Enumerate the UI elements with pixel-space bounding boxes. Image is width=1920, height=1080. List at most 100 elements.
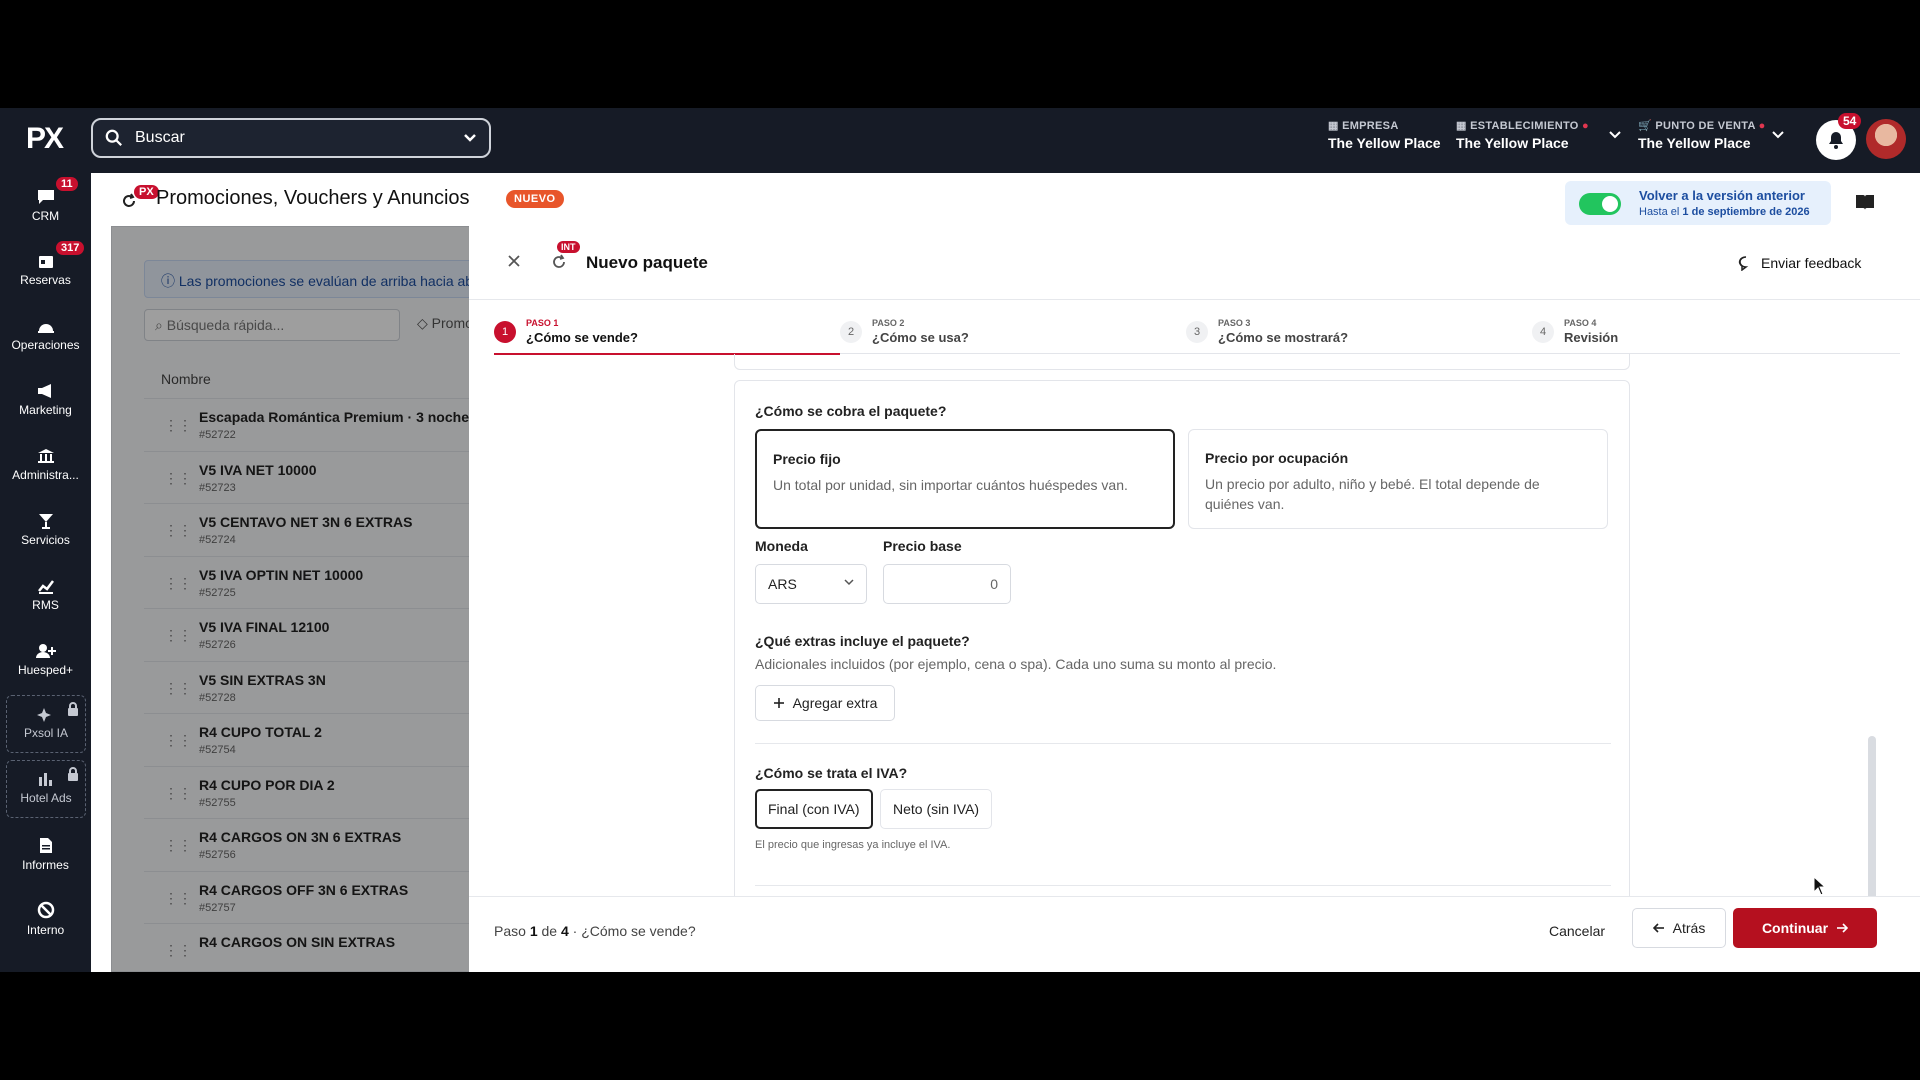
ban-icon	[37, 901, 54, 919]
iva-question: ¿Cómo se trata el IVA?	[755, 765, 908, 781]
sidebar-item-reservas[interactable]: Reservas 317	[0, 241, 91, 299]
megaphone-icon	[37, 384, 51, 398]
cancel-button[interactable]: Cancelar	[1549, 923, 1605, 939]
step-label: PASO 4	[1564, 318, 1597, 328]
step-4[interactable]: 4 PASO 4 Revisión	[1532, 316, 1878, 354]
bell-icon	[1829, 132, 1843, 149]
extras-question: ¿Qué extras incluye el paquete?	[755, 633, 970, 649]
step-number: 3	[1186, 321, 1208, 343]
step-progress: Paso 1 de 4 · ¿Cómo se vende?	[494, 923, 696, 939]
user-plus-icon	[35, 644, 56, 658]
sidebar-item-label: Administra...	[12, 468, 79, 482]
sidebar-item-marketing[interactable]: Marketing	[0, 373, 91, 429]
currency-value: ARS	[768, 576, 797, 592]
sidebar-item-label: Interno	[26, 923, 65, 937]
iva-neto-option[interactable]: Neto (sin IVA)	[880, 789, 993, 829]
sidebar-item-informes[interactable]: Informes	[0, 828, 91, 884]
notifications-badge: 54	[1838, 113, 1862, 129]
step-1[interactable]: 1 PASO 1 ¿Cómo se vende?	[494, 316, 840, 355]
step-number: 2	[840, 321, 862, 343]
legacy-version-title: Volver a la versión anterior	[1639, 188, 1805, 203]
close-icon[interactable]	[507, 254, 521, 268]
add-extra-button[interactable]: Agregar extra	[755, 685, 895, 721]
sidebar-item-administracion[interactable]: Administra...	[0, 438, 91, 494]
refresh-icon[interactable]	[551, 254, 567, 270]
sidebar-item-servicios[interactable]: Servicios	[0, 503, 91, 559]
app-logo[interactable]: PX	[26, 122, 64, 156]
continue-label: Continuar	[1761, 920, 1829, 936]
sidebar-item-hotel-ads[interactable]: Hotel Ads	[6, 760, 86, 818]
sidebar-item-rms[interactable]: RMS	[0, 568, 91, 624]
sidebar-item-crm[interactable]: CRM 11	[0, 177, 91, 235]
sidebar-item-label: Pxsol IA	[23, 726, 68, 740]
feedback-label: Enviar feedback	[1761, 255, 1862, 271]
empresa-selector[interactable]: ▦ EMPRESA The Yellow Place	[1328, 119, 1441, 151]
divider	[755, 885, 1611, 886]
step-2[interactable]: 2 PASO 2 ¿Cómo se usa?	[840, 316, 1186, 354]
step-number: 4	[1532, 321, 1554, 343]
building-icon: ▦	[1328, 120, 1343, 132]
calendar-icon	[38, 256, 53, 268]
step-3[interactable]: 3 PASO 3 ¿Cómo se mostrará?	[1186, 316, 1532, 354]
bar-chart-icon	[39, 773, 52, 786]
option-occupancy-price[interactable]: Precio por ocupación Un precio por adult…	[1188, 429, 1608, 529]
int-badge: INT	[557, 241, 580, 253]
currency-select[interactable]: ARS	[755, 564, 867, 604]
global-search[interactable]: Buscar	[91, 118, 491, 158]
step-title: ¿Cómo se mostrará?	[1218, 330, 1349, 345]
chevron-down-icon[interactable]	[463, 133, 477, 143]
top-bar: PX Buscar ▦ EMPRESA The Yellow Place ▦ E…	[0, 108, 1920, 173]
pricing-question: ¿Cómo se cobra el paquete?	[755, 403, 947, 419]
step-title: ¿Cómo se usa?	[872, 330, 969, 345]
continue-button[interactable]: Continuar	[1733, 908, 1877, 948]
chart-icon	[37, 580, 54, 594]
cart-icon: 🛒	[1638, 120, 1656, 132]
cocktail-icon	[38, 514, 53, 529]
sidebar-item-label: Servicios	[21, 533, 70, 547]
empresa-label: EMPRESA	[1342, 120, 1399, 132]
punto-venta-selector[interactable]: 🛒 PUNTO DE VENTA ● The Yellow Place	[1638, 119, 1784, 151]
lock-icon	[67, 702, 79, 719]
legacy-version-banner[interactable]: Volver a la versión anterior Hasta el 1 …	[1565, 181, 1831, 225]
sidebar-item-huesped[interactable]: Huesped+	[0, 633, 91, 689]
page-title: Promociones, Vouchers y Anuncios	[156, 187, 470, 209]
document-icon	[39, 838, 52, 853]
hotel-icon: ▦	[1456, 120, 1471, 132]
sidebar-item-interno[interactable]: Interno	[0, 893, 91, 949]
app-screen: PX Buscar ▦ EMPRESA The Yellow Place ▦ E…	[0, 108, 1920, 972]
base-price-input[interactable]: 0	[883, 564, 1011, 604]
sidebar-item-pxsol-ia[interactable]: Pxsol IA	[6, 695, 86, 753]
sidebar-item-operaciones[interactable]: Operaciones	[0, 308, 91, 364]
search-placeholder: Buscar	[135, 129, 185, 146]
option-title: Precio por ocupación	[1205, 450, 1349, 466]
sidebar-item-label: RMS	[32, 598, 59, 612]
modal-overlay[interactable]	[111, 226, 471, 972]
service-bell-icon	[37, 324, 54, 333]
chevron-down-icon[interactable]	[1609, 131, 1621, 139]
mouse-cursor-icon	[1813, 876, 1827, 896]
establecimiento-selector[interactable]: ▦ ESTABLECIMIENTO ● The Yellow Place	[1456, 119, 1621, 151]
user-avatar[interactable]	[1866, 119, 1906, 159]
iva-final-option[interactable]: Final (con IVA)	[755, 789, 873, 829]
send-feedback-button[interactable]: Enviar feedback	[1738, 255, 1861, 271]
chevron-down-icon[interactable]	[1771, 131, 1784, 139]
sidebar-item-label: Huesped+	[17, 663, 74, 677]
drawer-footer: Paso 1 de 4 · ¿Cómo se vende? Cancelar A…	[469, 896, 1920, 972]
currency-label: Moneda	[755, 538, 808, 554]
base-price-label: Precio base	[883, 538, 962, 554]
add-extra-label: Agregar extra	[792, 695, 878, 711]
step-label: PASO 3	[1218, 318, 1251, 328]
previous-section-card	[734, 354, 1630, 370]
extras-description: Adicionales incluidos (por ejemplo, cena…	[755, 656, 1277, 672]
back-button[interactable]: Atrás	[1632, 908, 1726, 948]
option-fixed-price[interactable]: Precio fijo Un total por unidad, sin imp…	[755, 429, 1175, 529]
option-description: Un precio por adulto, niño y bebé. El to…	[1205, 476, 1540, 512]
arrow-right-icon	[1837, 923, 1849, 933]
sidebar-item-label: Hotel Ads	[20, 791, 72, 805]
legacy-version-toggle[interactable]	[1579, 193, 1621, 215]
pin-icon: ●	[1582, 120, 1589, 132]
search-icon	[105, 129, 122, 146]
divider	[469, 299, 1920, 300]
book-icon[interactable]	[1855, 193, 1875, 211]
page-header: PX Promociones, Vouchers y Anuncios NUEV…	[91, 173, 1920, 227]
